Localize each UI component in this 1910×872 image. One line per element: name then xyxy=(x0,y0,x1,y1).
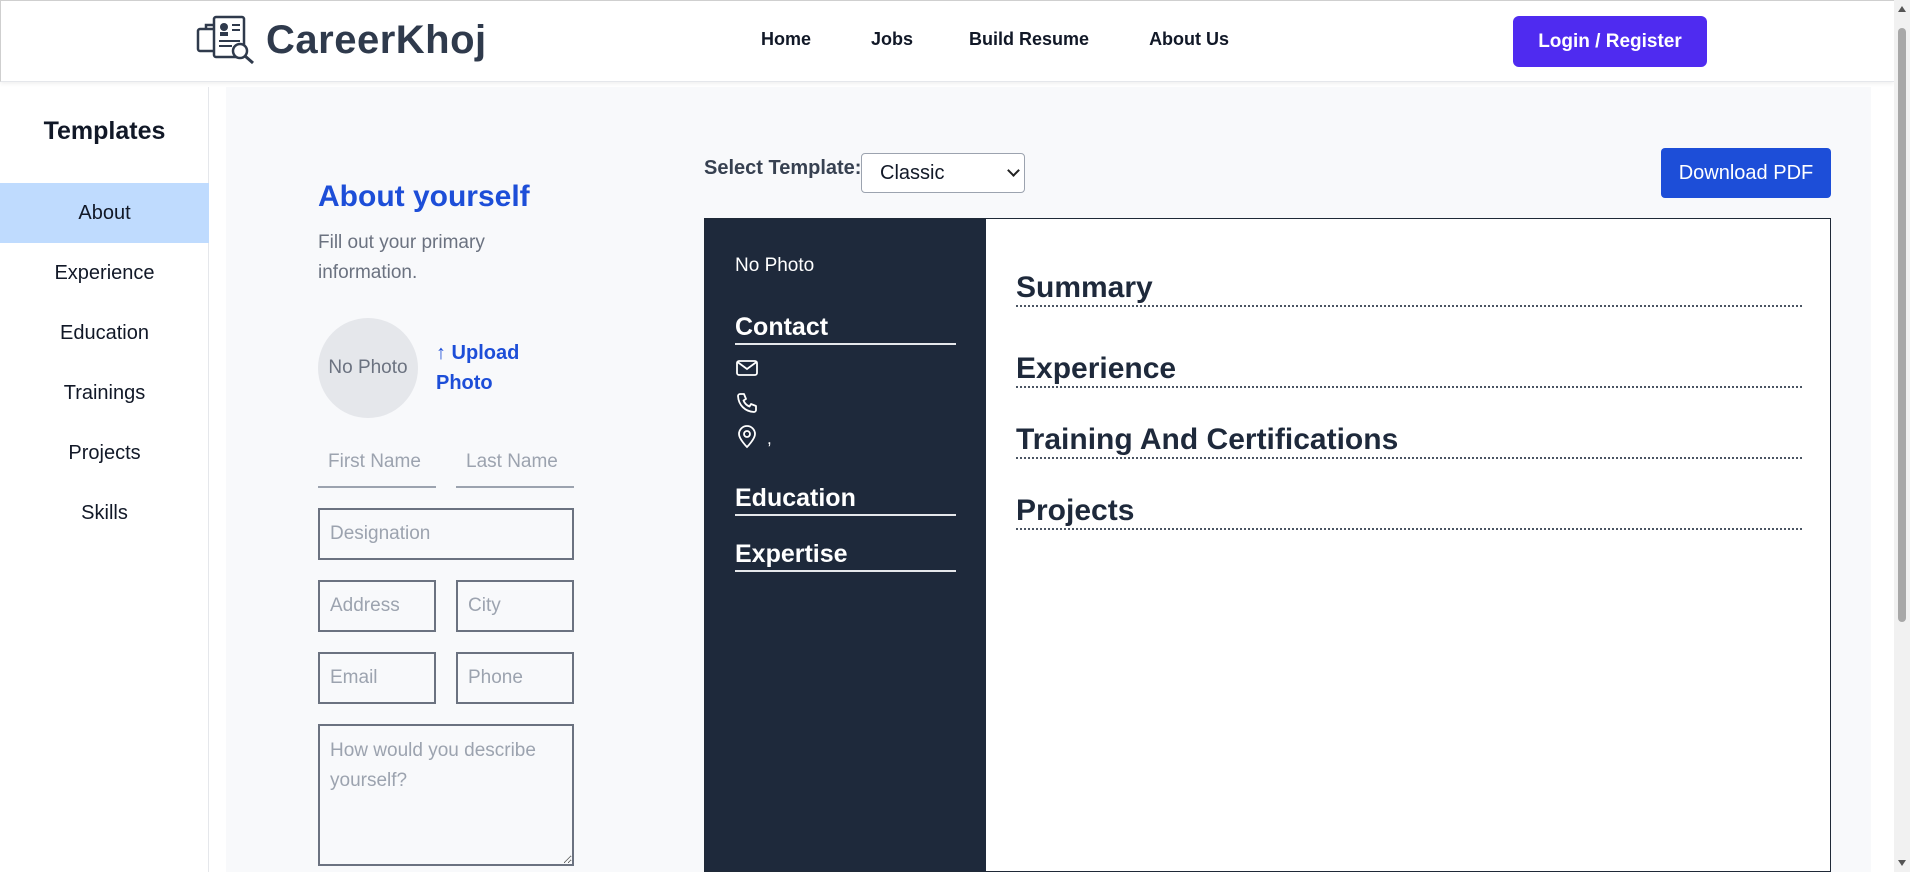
resume-projects-heading: Projects xyxy=(1016,494,1802,530)
sidebar-item-experience[interactable]: Experience xyxy=(0,243,209,303)
nav-home[interactable]: Home xyxy=(761,29,811,50)
sidebar-item-about[interactable]: About xyxy=(0,183,209,243)
sidebar-item-projects[interactable]: Projects xyxy=(0,423,209,483)
address-input[interactable] xyxy=(318,580,436,632)
form-subtitle: Fill out your primary information. xyxy=(318,232,485,283)
profile-photo-placeholder: No Photo xyxy=(318,318,418,418)
nav-jobs[interactable]: Jobs xyxy=(871,29,913,50)
scroll-up-arrow-icon[interactable] xyxy=(1898,6,1906,12)
upload-photo-button[interactable]: ↑ Upload Photo xyxy=(436,338,556,398)
phone-icon xyxy=(737,393,757,413)
nav-build-resume[interactable]: Build Resume xyxy=(969,29,1089,50)
scroll-down-arrow-icon[interactable] xyxy=(1898,860,1906,866)
brand-logo[interactable]: CareerKhoj xyxy=(196,15,487,65)
chevron-down-icon xyxy=(1007,164,1020,177)
resume-expertise-heading: Expertise xyxy=(735,540,956,572)
form-title: About yourself xyxy=(318,180,530,213)
resume-training-heading: Training And Certifications xyxy=(1016,423,1802,459)
resume-left-column: No Photo Contact , Education Expertise xyxy=(705,219,986,871)
email-icon xyxy=(736,360,758,376)
description-textarea[interactable] xyxy=(318,724,574,866)
select-template-label: Select Template: xyxy=(704,157,862,179)
resume-photo-placeholder: No Photo xyxy=(735,255,815,276)
city-input[interactable] xyxy=(456,580,574,632)
main-nav: Home Jobs Build Resume About Us xyxy=(761,29,1289,50)
template-select-value: Classic xyxy=(880,161,945,184)
templates-sidebar: Templates About Experience Education Tra… xyxy=(0,87,209,872)
email-input[interactable] xyxy=(318,652,436,704)
login-register-button[interactable]: Login / Register xyxy=(1513,16,1707,67)
first-name-input[interactable] xyxy=(318,438,436,488)
page-scrollbar[interactable] xyxy=(1894,0,1910,872)
last-name-input[interactable] xyxy=(456,438,574,488)
sidebar-item-trainings[interactable]: Trainings xyxy=(0,363,209,423)
sidebar-title: Templates xyxy=(43,117,166,145)
resume-location-text: , xyxy=(767,429,772,448)
nav-about-us[interactable]: About Us xyxy=(1149,29,1229,50)
resume-experience-heading: Experience xyxy=(1016,352,1802,388)
resume-contact-heading: Contact xyxy=(735,313,956,345)
sidebar-item-education[interactable]: Education xyxy=(0,303,209,363)
designation-input[interactable] xyxy=(318,508,574,560)
phone-input[interactable] xyxy=(456,652,574,704)
template-select[interactable]: Classic xyxy=(861,153,1025,193)
location-pin-icon xyxy=(738,425,756,449)
resume-education-heading: Education xyxy=(735,484,956,516)
resume-summary-heading: Summary xyxy=(1016,271,1802,307)
resume-preview: No Photo Contact , Education Expertise S… xyxy=(704,218,1831,872)
top-navbar: CareerKhoj Home Jobs Build Resume About … xyxy=(0,0,1894,82)
sidebar-item-skills[interactable]: Skills xyxy=(0,483,209,543)
scrollbar-thumb[interactable] xyxy=(1898,28,1906,622)
resume-search-icon xyxy=(196,15,254,65)
brand-name: CareerKhoj xyxy=(266,17,487,62)
download-pdf-button[interactable]: Download PDF xyxy=(1661,148,1831,198)
